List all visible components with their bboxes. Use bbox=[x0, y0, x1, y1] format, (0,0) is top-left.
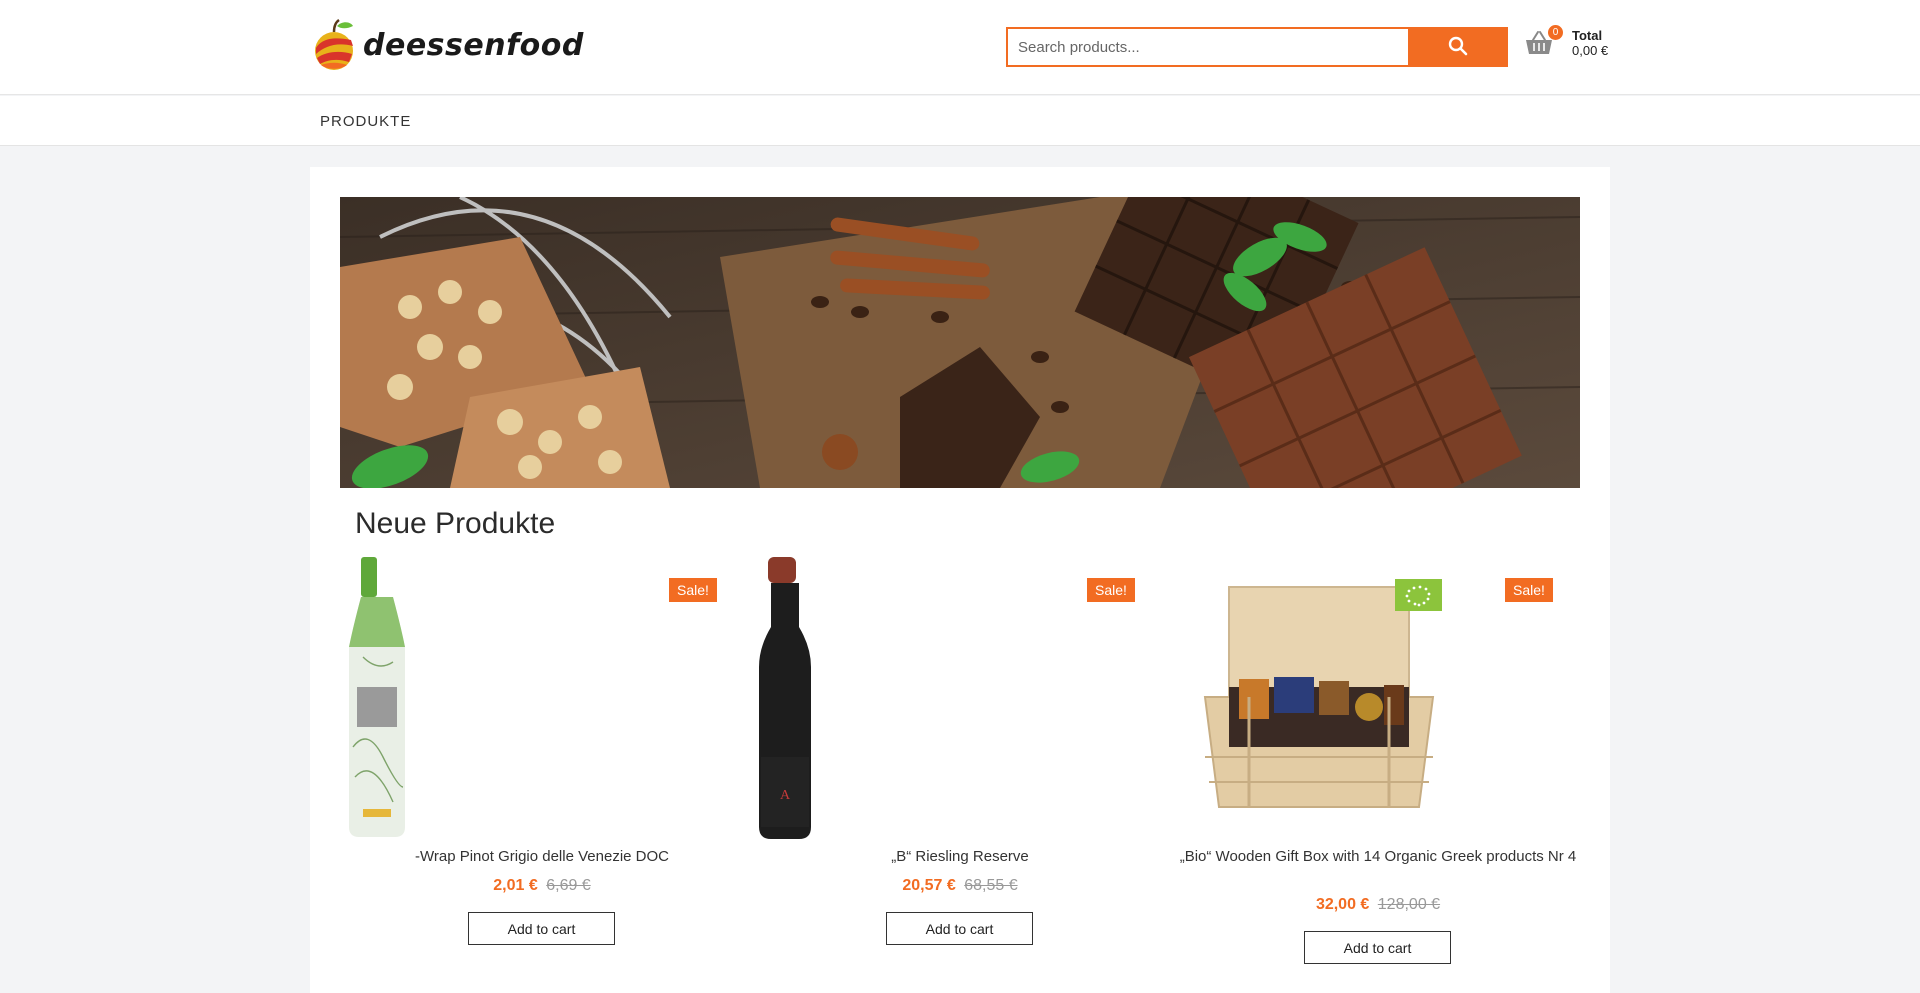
add-to-cart-button[interactable]: Add to cart bbox=[1304, 931, 1451, 964]
add-to-cart-button[interactable]: Add to cart bbox=[468, 912, 615, 945]
search-icon bbox=[1448, 36, 1468, 59]
sale-badge: Sale! bbox=[669, 578, 717, 602]
section-title: Neue Produkte bbox=[355, 507, 556, 540]
regular-price: 128,00 € bbox=[1377, 896, 1441, 913]
product-title[interactable]: „B“ Riesling Reserve bbox=[751, 847, 1169, 866]
search-button[interactable] bbox=[1408, 27, 1508, 67]
cart-total-value: 0,00 € bbox=[1572, 43, 1609, 58]
sale-price: 2,01 € bbox=[493, 877, 538, 894]
regular-price: 68,55 € bbox=[964, 877, 1018, 894]
search-form bbox=[1006, 27, 1508, 67]
product-price: 20,57 € 68,55 € bbox=[751, 877, 1169, 895]
sale-price: 20,57 € bbox=[902, 877, 956, 894]
product-card: Sale! „Bio“ Wooden Gift Box with 14 Orga… bbox=[1169, 557, 1587, 987]
main-navigation: PRODUKTE bbox=[0, 96, 1920, 146]
sale-badge: Sale! bbox=[1505, 578, 1553, 602]
regular-price: 6,69 € bbox=[546, 877, 591, 894]
product-card: A Sale! „B“ Riesling Reserve 20,57 € 68,… bbox=[751, 557, 1169, 987]
site-header: deessenfood 0 Total 0,00 bbox=[0, 0, 1920, 95]
brand-name: deessenfood bbox=[363, 27, 584, 63]
hero-banner-image bbox=[340, 197, 1580, 488]
product-price: 2,01 € 6,69 € bbox=[333, 877, 751, 895]
search-input[interactable] bbox=[1006, 27, 1408, 67]
apple-logo-icon bbox=[311, 18, 357, 72]
site-logo[interactable]: deessenfood bbox=[311, 18, 584, 72]
basket-icon: 0 bbox=[1524, 25, 1563, 58]
cart-count-badge: 0 bbox=[1548, 25, 1563, 40]
product-price: 32,00 € 128,00 € bbox=[1169, 896, 1587, 914]
product-title[interactable]: -Wrap Pinot Grigio delle Venezie DOC bbox=[333, 847, 751, 866]
add-to-cart-button[interactable]: Add to cart bbox=[886, 912, 1033, 945]
nav-item-produkte[interactable]: PRODUKTE bbox=[320, 113, 411, 130]
product-title[interactable]: „Bio“ Wooden Gift Box with 14 Organic Gr… bbox=[1169, 847, 1587, 866]
svg-text:A: A bbox=[780, 788, 791, 803]
sale-badge: Sale! bbox=[1087, 578, 1135, 602]
product-card: Sale! -Wrap Pinot Grigio delle Venezie D… bbox=[333, 557, 751, 987]
mini-cart[interactable]: 0 Total 0,00 € bbox=[1524, 25, 1608, 58]
cart-summary: Total 0,00 € bbox=[1572, 28, 1608, 58]
eu-organic-logo-icon bbox=[1395, 579, 1442, 611]
main-content: Neue Produkte Sale! -Wrap Pinot Grigio d… bbox=[310, 167, 1610, 993]
cart-total-label: Total bbox=[1572, 28, 1603, 43]
sale-price: 32,00 € bbox=[1315, 896, 1370, 913]
